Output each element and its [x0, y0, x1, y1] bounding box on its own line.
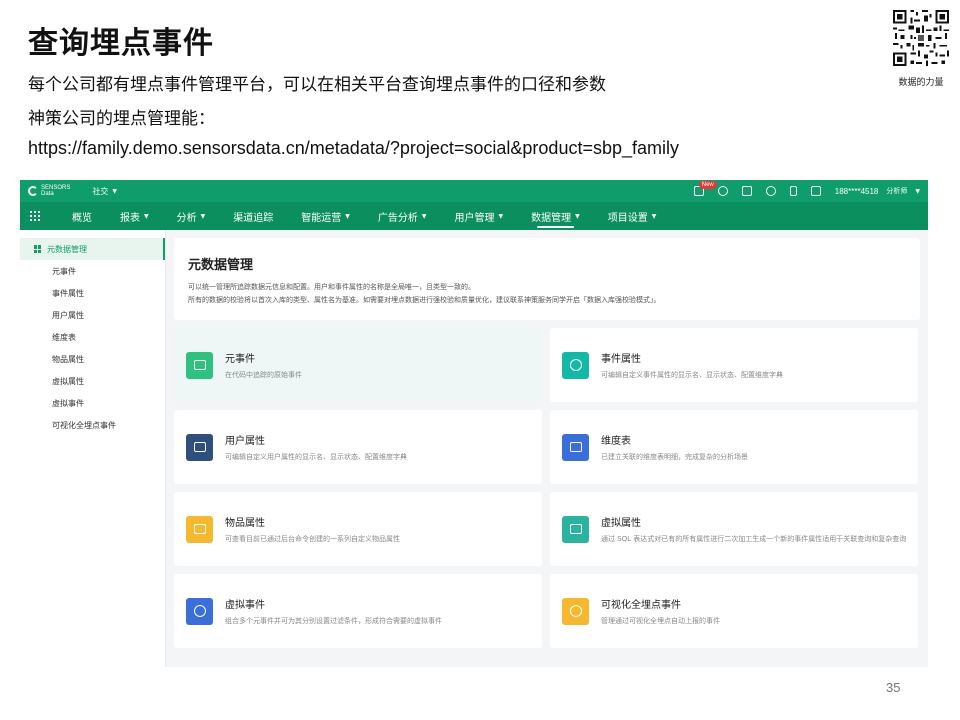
card-title: 用户属性	[225, 435, 265, 447]
card-description: 可查看目前已通过后台命令创建的一系列自定义物品属性	[225, 534, 400, 543]
nav-project-settings[interactable]: 项目设置 ▼	[594, 202, 671, 230]
card-description: 在代码中追踪的原始事件	[225, 370, 302, 379]
grid-icon	[34, 245, 42, 253]
sidebar-item-virtual-properties[interactable]: 虚拟属性	[20, 370, 165, 392]
card-description: 可编辑自定义用户属性的显示名、显示状态、配置维度字典	[225, 452, 407, 461]
card-title: 虚拟事件	[225, 599, 265, 611]
card-item-properties[interactable]: 物品属性可查看目前已通过后台命令创建的一系列自定义物品属性	[174, 492, 542, 566]
chevron-down-icon: ▼	[575, 212, 580, 220]
nav-user-management[interactable]: 用户管理 ▼	[441, 202, 518, 230]
sidebar-item-virtual-events[interactable]: 虚拟事件	[20, 392, 165, 414]
sensors-logo[interactable]: SENSORS Data	[28, 185, 70, 197]
card-description: 已建立关联的维度表明细，完成复杂的分析场景	[601, 452, 748, 461]
document-icon[interactable]: New	[693, 181, 717, 196]
nav-analysis[interactable]: 分析 ▼	[163, 202, 220, 230]
card-description: 可编辑自定义事件属性的显示名、显示状态、配置维度字典	[601, 370, 783, 379]
event-icon	[186, 351, 213, 379]
chevron-down-icon: ▼	[651, 212, 657, 220]
card-description: 组合多个元事件并可为其分别设置过滤条件，形成符合需要的虚拟事件	[225, 616, 442, 625]
sidebar-item-user-properties[interactable]: 用户属性	[20, 304, 165, 326]
user-role: 分析师	[886, 187, 908, 195]
card-event-properties[interactable]: 事件属性可编辑自定义事件属性的显示名、显示状态、配置维度字典	[550, 328, 918, 402]
project-selector[interactable]: 社交 ▼	[92, 186, 117, 197]
card-title: 维度表	[601, 435, 631, 447]
slide-text-line-2: 神策公司的埋点管理能：	[28, 109, 215, 129]
apps-grid-icon[interactable]	[30, 211, 40, 221]
nav-ad-analysis[interactable]: 广告分析 ▼	[364, 202, 441, 230]
intro-panel: 元数据管理 可以统一管理所追踪数据元信息和配置。用户和事件属性的名称是全局唯一，…	[174, 238, 920, 320]
bell-icon[interactable]	[765, 186, 776, 196]
slide-text-line-1: 每个公司都有埋点事件管理平台，可以在相关平台查询埋点事件的口径和参数	[28, 75, 606, 95]
virtual-property-icon	[562, 515, 589, 543]
user-menu-chevron-icon[interactable]: ▼	[915, 188, 920, 195]
qr-code-image	[890, 8, 952, 68]
metadata-app-window: SENSORS Data 社交 ▼ New 188****4518 分析师 ▼ …	[20, 180, 928, 667]
card-user-properties[interactable]: 用户属性可编辑自定义用户属性的显示名、显示状态、配置维度字典	[174, 410, 542, 484]
card-title: 事件属性	[601, 353, 641, 365]
nav-channel-tracking[interactable]: 渠道追踪	[219, 202, 287, 230]
main-nav: 概览 报表 ▼ 分析 ▼ 渠道追踪 智能运营 ▼ 广告分析 ▼ 用户管理 ▼ 数据管理 ▼ …	[20, 202, 928, 230]
card-dimension-tables[interactable]: 维度表已建立关联的维度表明细，完成复杂的分析场景	[550, 410, 918, 484]
slide-title: 查询埋点事件	[28, 26, 214, 61]
qr-caption: 数据的力量	[898, 78, 944, 88]
user-list-icon	[186, 433, 213, 461]
virtual-event-icon	[186, 597, 213, 625]
search-icon[interactable]	[717, 186, 728, 196]
chevron-down-icon: ▼	[144, 212, 149, 220]
main-content: 元数据管理 可以统一管理所追踪数据元信息和配置。用户和事件属性的名称是全局唯一，…	[174, 238, 920, 663]
card-title: 元事件	[225, 353, 255, 365]
chevron-down-icon: ▼	[498, 212, 504, 220]
user-account[interactable]: 188****4518	[835, 187, 879, 196]
nav-data-management[interactable]: 数据管理 ▼	[517, 202, 594, 230]
app-topbar: SENSORS Data 社交 ▼ New 188****4518 分析师 ▼	[20, 180, 928, 202]
monitor-icon[interactable]	[810, 186, 821, 196]
item-box-icon	[186, 515, 213, 543]
metadata-url[interactable]: https://family.demo.sensorsdata.cn/metad…	[28, 138, 679, 159]
sidebar-item-event-properties[interactable]: 事件属性	[20, 282, 165, 304]
intro-description-1: 可以统一管理所追踪数据元信息和配置。用户和事件属性的名称是全局唯一，且类型一致的…	[188, 283, 475, 291]
logo-text-line-2: Data	[41, 191, 54, 197]
page-title: 元数据管理	[188, 258, 254, 273]
help-icon[interactable]	[741, 186, 752, 196]
card-description: 管理通过可视化全埋点自动上报的事件	[601, 616, 720, 625]
table-icon	[562, 433, 589, 461]
card-virtual-events[interactable]: 虚拟事件组合多个元事件并可为其分别设置过滤条件，形成符合需要的虚拟事件	[174, 574, 542, 648]
sidebar-item-dimension-tables[interactable]: 维度表	[20, 326, 165, 348]
chevron-down-icon: ▼	[421, 212, 427, 220]
chevron-down-icon: ▼	[112, 187, 117, 195]
sidebar-item-item-properties[interactable]: 物品属性	[20, 348, 165, 370]
new-badge: New	[698, 181, 717, 189]
intro-description-2: 所有的数据的校验将以首次入库的类型、属性名为基准。如需要对埋点数据进行强校验和质…	[188, 296, 661, 304]
nav-overview[interactable]: 概览	[58, 202, 106, 230]
card-title: 虚拟属性	[601, 517, 641, 529]
sensors-logo-icon	[28, 186, 38, 196]
card-virtual-properties[interactable]: 虚拟属性通过 SQL 表达式对已有的所有属性进行二次加工生成一个新的事件属性适用…	[550, 492, 918, 566]
chevron-down-icon: ▼	[345, 212, 350, 220]
chevron-down-icon: ▼	[200, 212, 206, 220]
qr-code-block: 数据的力量	[890, 8, 952, 88]
sidebar-item-visual-autotrack-events[interactable]: 可视化全埋点事件	[20, 414, 165, 436]
card-title: 物品属性	[225, 517, 265, 529]
card-visual-autotrack-events[interactable]: 可视化全埋点事件管理通过可视化全埋点自动上报的事件	[550, 574, 918, 648]
nav-smart-operations[interactable]: 智能运营 ▼	[287, 202, 364, 230]
page-number: 35	[886, 680, 901, 695]
project-name: 社交	[92, 186, 109, 196]
sidebar: 元数据管理 元事件 事件属性 用户属性 维度表 物品属性 虚拟属性 虚拟事件 可…	[20, 230, 166, 667]
eye-icon	[562, 597, 589, 625]
sidebar-item-meta-events[interactable]: 元事件	[20, 260, 165, 282]
card-description: 通过 SQL 表达式对已有的所有属性进行二次加工生成一个新的事件属性适用于关联查…	[601, 534, 907, 543]
sidebar-item-metadata-management[interactable]: 元数据管理	[20, 238, 165, 260]
mobile-icon[interactable]	[789, 186, 797, 196]
info-icon	[562, 351, 589, 379]
nav-reports[interactable]: 报表 ▼	[106, 202, 163, 230]
card-title: 可视化全埋点事件	[601, 599, 681, 611]
module-cards: 元事件在代码中追踪的原始事件 事件属性可编辑自定义事件属性的显示名、显示状态、配…	[174, 328, 920, 648]
card-meta-events[interactable]: 元事件在代码中追踪的原始事件	[174, 328, 542, 402]
